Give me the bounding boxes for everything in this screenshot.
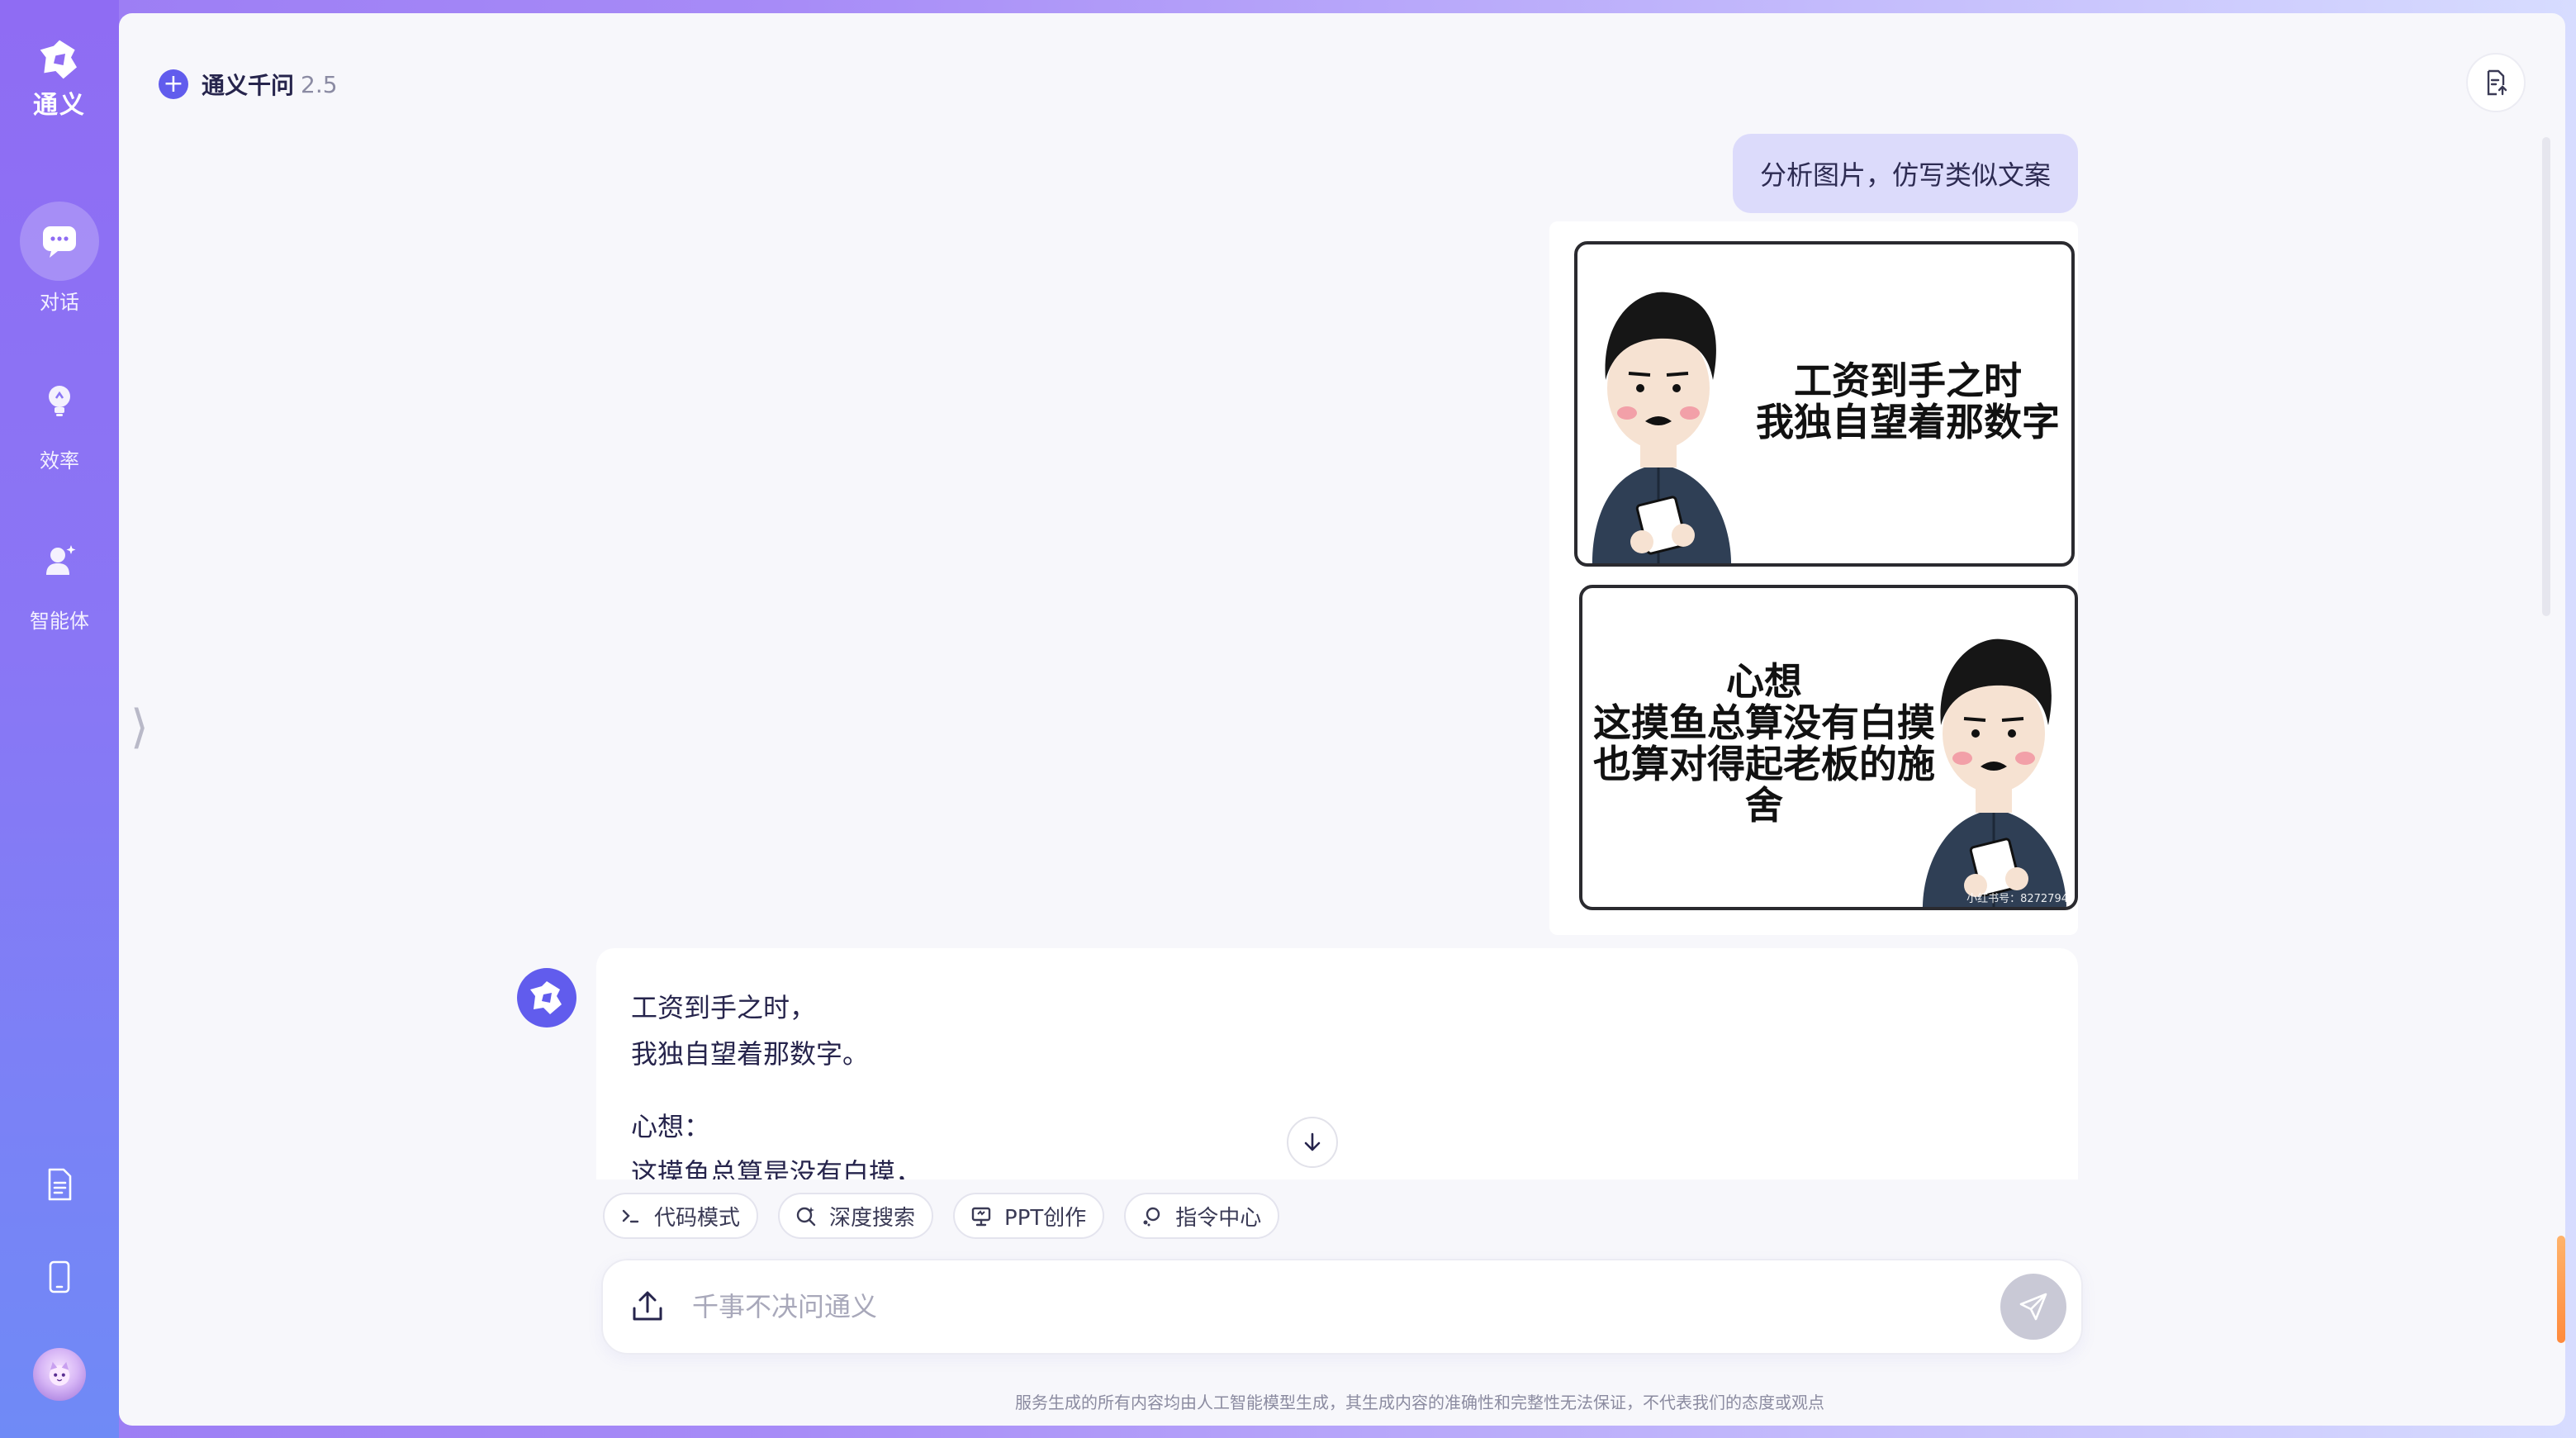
sidebar-item-label: 智能体 — [30, 610, 89, 633]
document-upload-icon — [2487, 69, 2507, 96]
comic-panel-2-text: 心想 这摸鱼总算没有白摸 也算对得起老板的施舍 — [1593, 659, 1935, 828]
sidebar-item-efficiency[interactable]: 效率 — [0, 360, 119, 473]
agent-person-icon — [20, 520, 99, 600]
send-button[interactable] — [2000, 1274, 2066, 1340]
comic-panel-1: 工资到手之时 我独自望着那数字 — [1574, 241, 2075, 567]
reply-line: 工资到手之时， — [631, 992, 817, 1023]
reply-line: 这摸鱼总算是没有白摸， — [631, 1157, 923, 1179]
chip-label: 深度搜索 — [829, 1205, 916, 1231]
model-name: 通义千问 — [202, 72, 295, 99]
deep-search-icon — [796, 1207, 816, 1227]
assistant-avatar — [517, 968, 576, 1027]
sidebar-mobile-button[interactable] — [0, 1259, 119, 1295]
user-message-bubble: 分析图片，仿写类似文案 — [1733, 134, 2078, 213]
model-version: 2.5 — [301, 70, 338, 98]
document-upload-button[interactable] — [2466, 53, 2526, 112]
sidebar-document-button[interactable] — [0, 1166, 119, 1203]
upload-icon — [633, 1291, 662, 1321]
user-uploaded-image[interactable]: 工资到手之时 我独自望着那数字 心想 这摸鱼总算没有白摸 也算对得起老板的施舍 — [1549, 221, 2078, 935]
disclaimer: 服务生成的所有内容均由人工智能模型生成，其生成内容的准确性和完整性无法保证，不代… — [1015, 1393, 1824, 1412]
image-watermark: 小红书号：8272794 — [1966, 893, 2068, 905]
document-icon — [48, 1168, 72, 1201]
prompt-input-box — [601, 1259, 2083, 1355]
tablet-icon — [49, 1260, 70, 1293]
chip-deep-search[interactable]: 深度搜索 — [778, 1193, 934, 1239]
brand[interactable]: 通义 — [0, 36, 119, 121]
chip-ppt-creation[interactable]: PPT创作 — [953, 1193, 1105, 1239]
comic-panel-2: 心想 这摸鱼总算没有白摸 也算对得起老板的施舍 小红书号：8272794 — [1579, 585, 2078, 910]
arrow-down-icon — [1304, 1132, 1321, 1151]
scrollbar[interactable] — [2542, 137, 2550, 616]
scroll-to-bottom-button[interactable] — [1287, 1117, 1338, 1168]
main-panel: ⟩ + 通义千问 2.5 分析图片，仿写类似文案 工资到手之时 我独自望着那数字… — [119, 13, 2565, 1426]
sidebar-item-label: 对话 — [40, 291, 79, 314]
user-avatar — [33, 1348, 86, 1401]
comic-character-figure — [1923, 638, 2066, 907]
tongyi-logo-icon — [0, 36, 119, 86]
scroll-indicator — [2557, 1236, 2565, 1343]
terminal-icon — [622, 1209, 639, 1223]
comic-character-figure — [1592, 292, 1731, 563]
new-chat-plus-icon[interactable]: + — [159, 69, 188, 99]
upload-button[interactable] — [629, 1289, 666, 1325]
send-icon — [2019, 1293, 2047, 1321]
sidebar-collapse-handle[interactable]: ⟩ — [130, 699, 149, 757]
presentation-icon — [971, 1207, 991, 1227]
quick-action-chips: 代码模式 深度搜索 PPT创作 指令中心 — [603, 1193, 1280, 1239]
sidebar-item-agents[interactable]: 智能体 — [0, 520, 119, 634]
sidebar-item-chat[interactable]: 对话 — [0, 202, 119, 315]
tongyi-logo-icon — [530, 981, 562, 1014]
user-avatar-button[interactable] — [0, 1348, 119, 1401]
chip-code-mode[interactable]: 代码模式 — [603, 1193, 759, 1239]
brand-name: 通义 — [33, 91, 86, 120]
prompt-input[interactable] — [692, 1280, 1981, 1333]
lightbulb-icon — [20, 360, 99, 439]
chip-command-center[interactable]: 指令中心 — [1124, 1193, 1280, 1239]
model-selector[interactable]: + 通义千问 2.5 — [159, 68, 338, 101]
chip-label: 指令中心 — [1175, 1205, 1262, 1231]
chat-bubble-icon — [20, 202, 99, 281]
reply-line: 我独自望着那数字。 — [631, 1038, 870, 1070]
chip-label: 代码模式 — [654, 1205, 741, 1231]
comic-panel-1-text: 工资到手之时 我独自望着那数字 — [1756, 358, 2060, 444]
sidebar: 通义 对话 效率 智能体 — [0, 0, 119, 1438]
command-center-icon — [1143, 1207, 1160, 1227]
chip-label: PPT创作 — [1004, 1205, 1087, 1231]
sidebar-item-label: 效率 — [40, 449, 79, 472]
